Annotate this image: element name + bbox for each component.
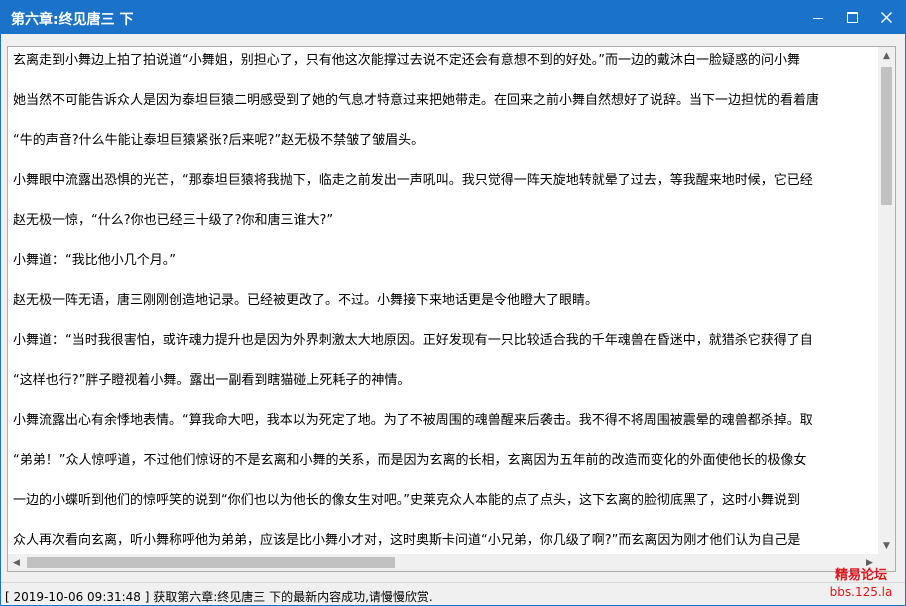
- close-button[interactable]: [869, 1, 903, 34]
- status-message: [ 2019-10-06 09:31:48 ] 获取第六章:终见唐三 下的最新内…: [5, 590, 433, 604]
- paragraph: 小舞眼中流露出恐惧的光芒，“那泰坦巨猿将我抛下，临走之前发出一声吼叫。我只觉得一…: [13, 173, 813, 188]
- paragraph: 小舞道：“当时我很害怕，或许魂力提升也是因为外界刺激太大地原因。正好发现有一只比…: [13, 333, 813, 348]
- maximize-button[interactable]: [835, 1, 869, 34]
- horizontal-scrollbar[interactable]: ◀ ▶: [8, 554, 878, 571]
- horizontal-scroll-thumb[interactable]: [27, 557, 395, 568]
- arrow-down-icon: ▼: [883, 540, 890, 551]
- status-bar: [ 2019-10-06 09:31:48 ] 获取第六章:终见唐三 下的最新内…: [1, 582, 905, 605]
- paragraph: 她当然不可能告诉众人是因为泰坦巨猿二明感受到了她的气息才特意过来把她带走。在回来…: [13, 93, 820, 108]
- scroll-down-button[interactable]: ▼: [878, 537, 895, 554]
- vertical-scroll-thumb[interactable]: [881, 67, 892, 205]
- minimize-button[interactable]: [801, 1, 835, 34]
- forum-watermark: 精易论坛 bbs.125.la: [826, 568, 896, 600]
- arrow-left-icon: ◀: [13, 557, 20, 568]
- paragraph: 小舞道：“我比他小几个月。”: [13, 253, 176, 268]
- app-window: 第六章:终见唐三 下 玄离走到小舞边上拍了拍说道“小舞姐，别担心了，只有他这次能…: [0, 0, 906, 606]
- paragraph: 众人再次看向玄离，听小舞称呼他为弟弟，应该是比小舞小才对，这时奥斯卡问道“小兄弟…: [13, 533, 801, 548]
- chapter-text-box[interactable]: 玄离走到小舞边上拍了拍说道“小舞姐，别担心了，只有他这次能撑过去说不定还会有意想…: [7, 46, 896, 572]
- paragraph: 玄离走到小舞边上拍了拍说道“小舞姐，别担心了，只有他这次能撑过去说不定还会有意想…: [13, 53, 800, 68]
- minimize-icon: [813, 18, 823, 19]
- paragraph: 赵无极一阵无语，唐三刚刚创造地记录。已经被更改了。不过。小舞接下来地话更是令他瞪…: [13, 293, 599, 308]
- paragraph: “牛的声音?什么牛能让泰坦巨猿紧张?后来呢?”赵无极不禁皱了皱眉头。: [13, 133, 425, 148]
- scroll-up-button[interactable]: ▲: [878, 47, 895, 64]
- paragraph: “弟弟！”众人惊呼道，不过他们惊讶的不是玄离和小舞的关系，而是因为玄离的长相，玄…: [13, 453, 807, 468]
- paragraph: 一边的小蝶听到他们的惊呼笑的说到“你们也以为他长的像女生对吧。”史莱克众人本能的…: [13, 493, 800, 508]
- paragraph: “这样也行?”胖子瞪视着小舞。露出一副看到瞎猫碰上死耗子的神情。: [13, 373, 411, 388]
- arrow-right-icon: ▶: [866, 557, 873, 568]
- vertical-scrollbar[interactable]: ▲ ▼: [878, 47, 895, 554]
- paragraph: 小舞流露出心有余悸地表情。“算我命大吧，我本以为死定了地。为了不被周围的魂兽醒来…: [13, 413, 813, 428]
- paragraph: 赵无极一惊，“什么?你也已经三十级了?你和唐三谁大?”: [13, 213, 334, 228]
- window-title: 第六章:终见唐三 下: [11, 12, 134, 28]
- maximize-icon: [846, 12, 858, 23]
- arrow-up-icon: ▲: [883, 50, 890, 61]
- close-icon: [880, 12, 892, 23]
- text-area[interactable]: 玄离走到小舞边上拍了拍说道“小舞姐，别担心了，只有他这次能撑过去说不定还会有意想…: [8, 47, 878, 554]
- watermark-line1: 精易论坛: [834, 568, 887, 583]
- watermark-line2: bbs.125.la: [829, 585, 893, 599]
- scroll-left-button[interactable]: ◀: [8, 554, 25, 571]
- title-bar[interactable]: 第六章:终见唐三 下: [1, 1, 905, 34]
